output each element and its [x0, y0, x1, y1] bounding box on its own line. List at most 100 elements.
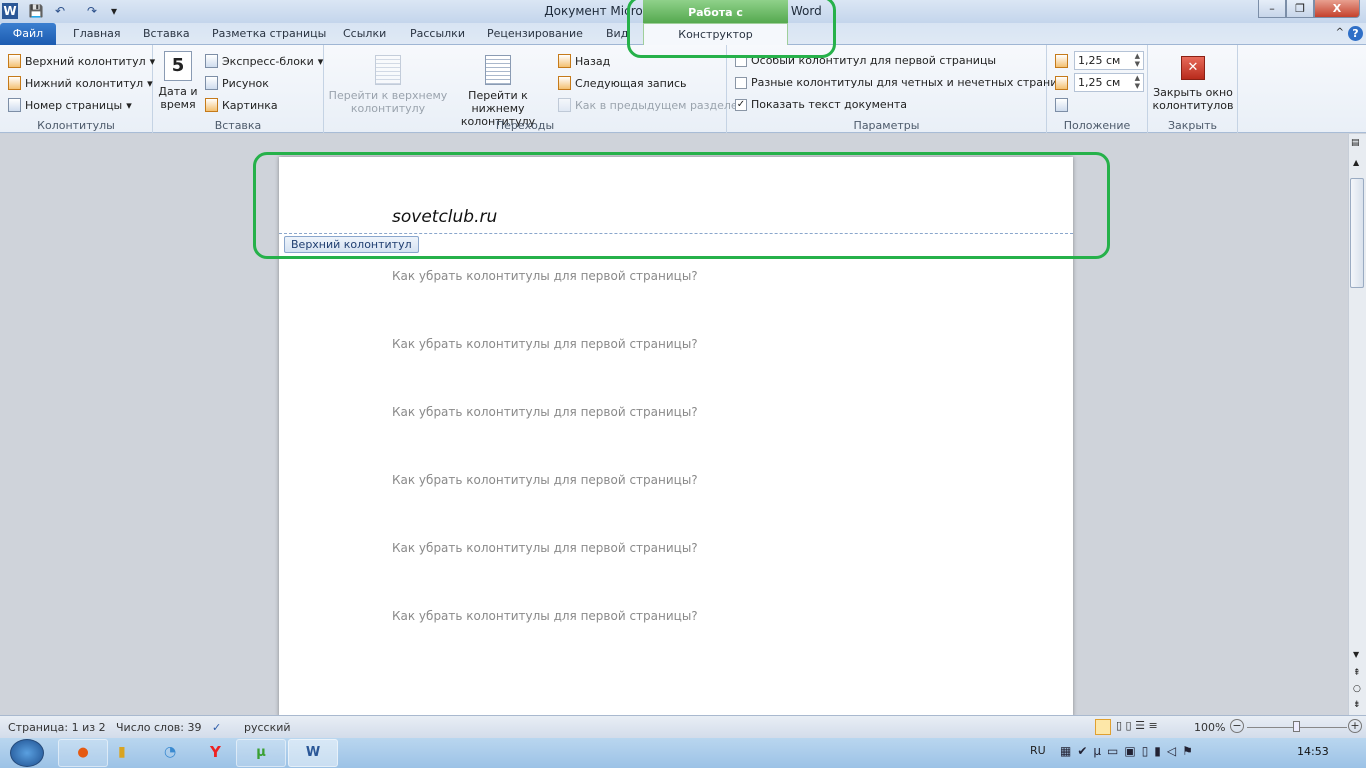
close-header-footer-button[interactable]: ✕ Закрыть окно колонтитулов	[1148, 56, 1238, 112]
insert-alignment-tab-icon[interactable]	[1055, 98, 1068, 112]
group-insert: 5 Дата и время Экспресс-блоки ▾ Рисунок К…	[153, 45, 324, 133]
group-close: ✕ Закрыть окно колонтитулов Закрыть	[1148, 45, 1238, 133]
input-language[interactable]: RU	[1030, 744, 1046, 757]
tab-page-layout[interactable]: Разметка страницы	[212, 23, 326, 45]
app-icon[interactable]: ◔	[164, 744, 176, 760]
group-label: Параметры	[853, 119, 920, 132]
label: Рисунок	[222, 76, 269, 90]
scroll-down-icon[interactable]: ▼	[1353, 650, 1359, 659]
spinner-arrows[interactable]: ▲ ▼	[1135, 74, 1140, 90]
header-icon	[8, 54, 21, 68]
tab-home[interactable]: Главная	[73, 23, 121, 45]
label: Картинка	[222, 98, 278, 112]
show-document-text-checkbox[interactable]: ✓ Показать текст документа	[735, 98, 907, 111]
footer-icon	[8, 76, 21, 90]
tray-icons[interactable]: ▦✔µ▭▣▯▮◁⚑	[1060, 744, 1199, 758]
next-page-icon[interactable]: ⇟	[1353, 700, 1361, 710]
checkmark-icon[interactable]: ✓	[735, 98, 747, 111]
firefox-icon[interactable]: ●	[58, 739, 108, 767]
checkbox[interactable]	[735, 76, 747, 89]
print-layout-icon[interactable]	[1095, 719, 1111, 735]
spinner-arrows[interactable]: ▲ ▼	[1135, 52, 1140, 68]
goto-footer-button[interactable]: Перейти к нижнему колонтитулу	[442, 55, 554, 128]
tab-insert[interactable]: Вставка	[143, 23, 190, 45]
value: 1,25 см	[1078, 76, 1121, 89]
group-label: Закрыть	[1168, 119, 1217, 132]
paragraph[interactable]: Как убрать колонтитулы для первой страни…	[392, 337, 698, 351]
browse-object-icon[interactable]: ○	[1353, 684, 1361, 694]
yandex-icon[interactable]: Y	[210, 743, 221, 761]
header-position-input[interactable]: 1,25 см ▲ ▼	[1074, 51, 1144, 70]
next-button[interactable]: Следующая запись	[558, 76, 687, 90]
view-mode-icons[interactable]: ▯ ▯ ☰ ≡	[1116, 719, 1158, 732]
goto-header-button[interactable]: Перейти к верхнему колонтитулу	[328, 55, 448, 115]
label: Как в предыдущем разделе	[575, 98, 738, 112]
next-icon	[558, 76, 571, 90]
zoom-slider-thumb[interactable]	[1293, 721, 1300, 732]
tab-mailings[interactable]: Рассылки	[410, 23, 465, 45]
header-button[interactable]: Верхний колонтитул ▾	[8, 54, 155, 68]
label: колонтитулов	[1152, 99, 1234, 112]
zoom-out-icon[interactable]: −	[1230, 719, 1244, 733]
highlight-frame	[253, 152, 1110, 259]
help-icon[interactable]: ?	[1348, 26, 1363, 41]
group-navigation: Перейти к верхнему колонтитулу Перейти к …	[324, 45, 738, 133]
group-label: Вставка	[214, 119, 262, 132]
quick-parts-button[interactable]: Экспресс-блоки ▾	[205, 54, 323, 68]
zoom-level[interactable]: 100%	[1194, 721, 1225, 734]
restore-button[interactable]: ❐	[1286, 0, 1314, 18]
label: Показать текст документа	[751, 98, 908, 111]
tab-references[interactable]: Ссылки	[343, 23, 386, 45]
start-button[interactable]	[10, 739, 44, 767]
minimize-ribbon-icon[interactable]: ^	[1336, 27, 1344, 38]
previous-page-icon[interactable]: ⇞	[1353, 668, 1361, 678]
different-odd-even-checkbox[interactable]: Разные колонтитулы для четных и нечетных…	[735, 76, 1065, 89]
scroll-up-icon[interactable]: ▲	[1353, 158, 1359, 167]
paragraph[interactable]: Как убрать колонтитулы для первой страни…	[392, 541, 698, 555]
status-bar: Страница: 1 из 2 Число слов: 39 ✓ русски…	[0, 715, 1366, 738]
picture-button[interactable]: Рисунок	[205, 76, 269, 90]
close-button[interactable]: X	[1314, 0, 1360, 18]
minimize-button[interactable]: –	[1258, 0, 1286, 18]
label: Нижний колонтитул	[25, 76, 144, 90]
footer-position-input[interactable]: 1,25 см ▲ ▼	[1074, 73, 1144, 92]
value: 1,25 см	[1078, 54, 1121, 67]
close-icon: ✕	[1181, 56, 1205, 80]
label: Дата и	[158, 85, 198, 98]
tab-view[interactable]: Вид	[606, 23, 628, 45]
label: Закрыть окно	[1153, 86, 1233, 99]
paragraph[interactable]: Как убрать колонтитулы для первой страни…	[392, 473, 698, 487]
quick-parts-icon	[205, 54, 218, 68]
label: Назад	[575, 54, 611, 68]
link-icon	[558, 98, 571, 112]
zoom-in-icon[interactable]: +	[1348, 719, 1362, 733]
label: колонтитулу	[350, 102, 426, 115]
tab-review[interactable]: Рецензирование	[487, 23, 583, 45]
utorrent-icon[interactable]: µ	[236, 739, 286, 767]
footer-position-icon	[1055, 76, 1068, 90]
paragraph[interactable]: Как убрать колонтитулы для первой страни…	[392, 269, 698, 283]
clock[interactable]: 14:53	[1297, 745, 1329, 758]
word-count[interactable]: Число слов: 39	[116, 721, 202, 734]
clipart-button[interactable]: Картинка	[205, 98, 278, 112]
link-to-previous-button[interactable]: Как в предыдущем разделе	[558, 98, 738, 112]
paragraph[interactable]: Как убрать колонтитулы для первой страни…	[392, 609, 698, 623]
paragraph[interactable]: Как убрать колонтитулы для первой страни…	[392, 405, 698, 419]
tab-file[interactable]: Файл	[0, 23, 56, 45]
proofing-icon[interactable]: ✓	[212, 721, 221, 734]
goto-header-icon	[375, 55, 401, 85]
label: время	[160, 98, 196, 111]
calendar-icon: 5	[164, 51, 192, 81]
explorer-icon[interactable]: ▮	[118, 744, 126, 760]
scrollbar-thumb[interactable]	[1350, 178, 1364, 288]
page-number-button[interactable]: Номер страницы ▾	[8, 98, 132, 112]
word-taskbar-icon[interactable]: W	[288, 739, 338, 767]
previous-button[interactable]: Назад	[558, 54, 610, 68]
group-label: Переходы	[495, 119, 555, 132]
ruler-toggle-icon[interactable]: ▤	[1351, 138, 1360, 148]
group-options: Особый колонтитул для первой страницы Ра…	[727, 45, 1065, 133]
footer-button[interactable]: Нижний колонтитул ▾	[8, 76, 153, 90]
date-time-button[interactable]: 5 Дата и время	[157, 51, 199, 111]
page-count[interactable]: Страница: 1 из 2	[8, 721, 106, 734]
language[interactable]: русский	[244, 721, 291, 734]
